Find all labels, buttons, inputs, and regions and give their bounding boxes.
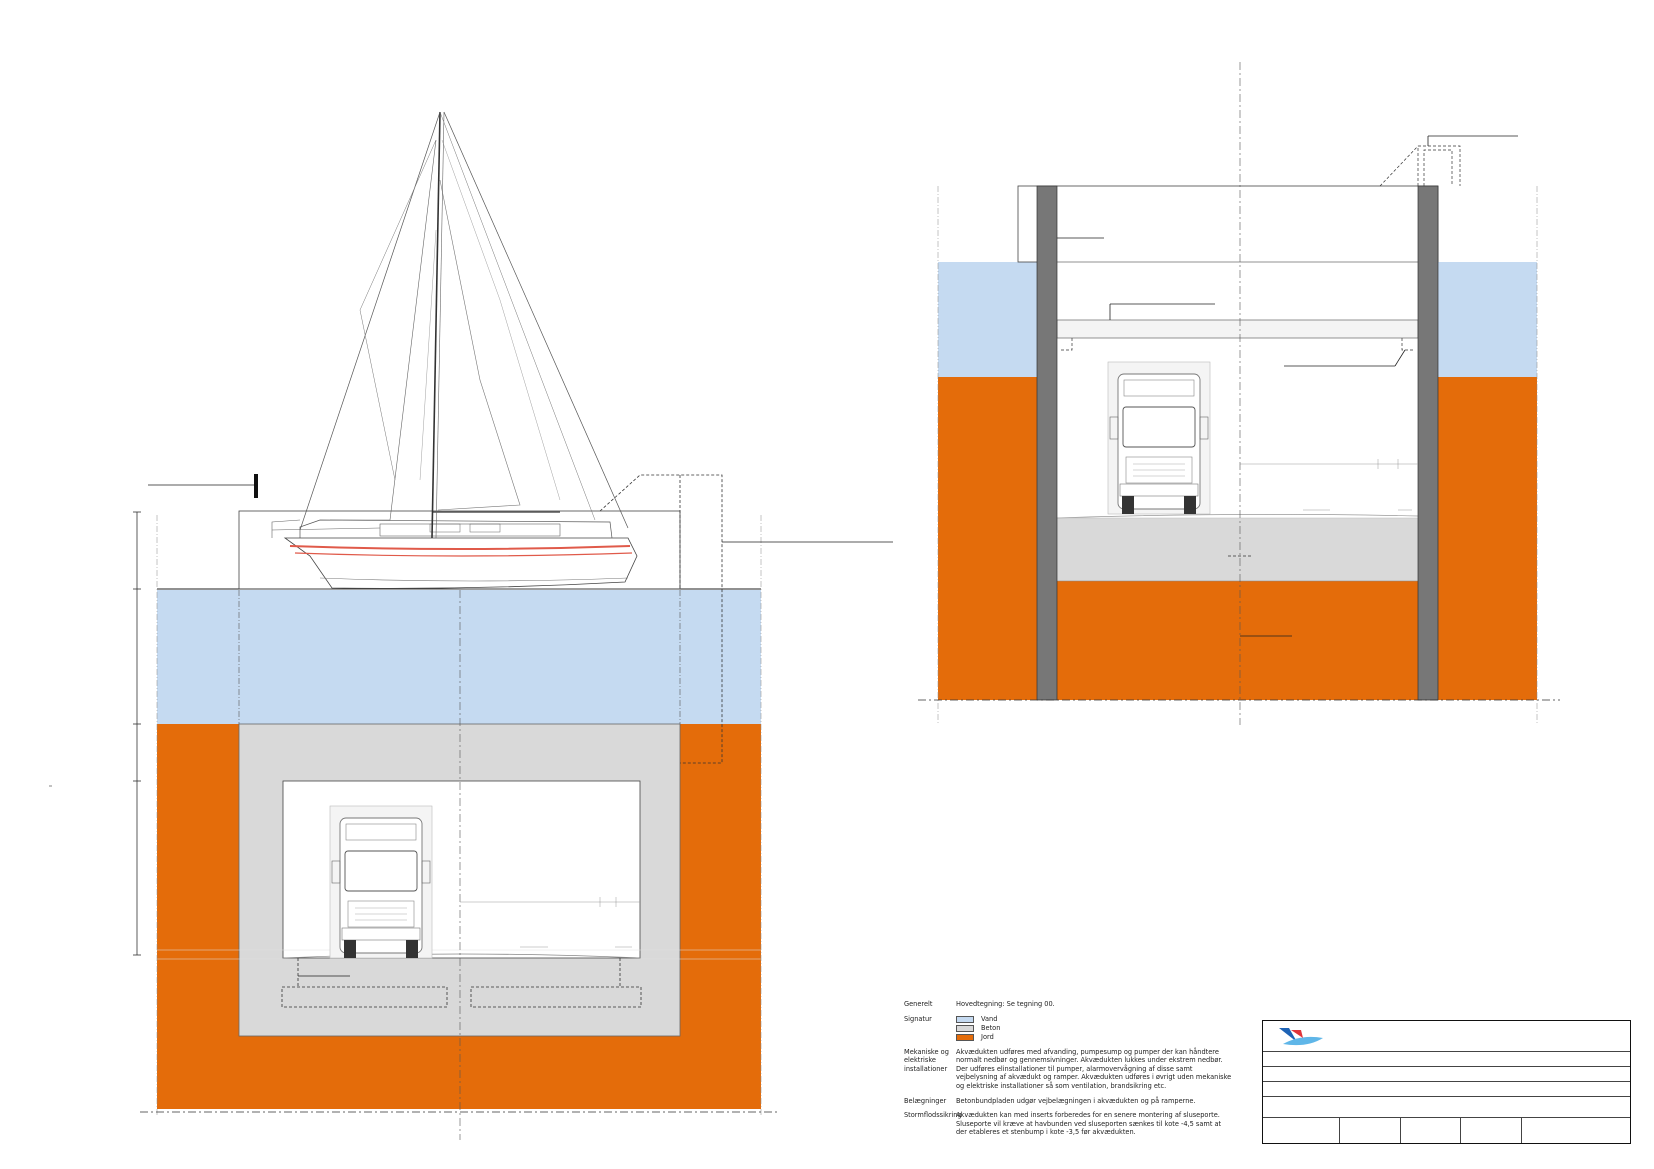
legend: Vand Beton Jord — [956, 1015, 1234, 1042]
title-block-row — [1263, 1066, 1630, 1067]
water-layer-left — [157, 590, 761, 724]
note-text: Betonbundpladen udgør vejbelægningen i a… — [956, 1096, 1196, 1105]
legend-item-soil: Jord — [956, 1033, 1234, 1042]
sheet-pile-left — [1036, 185, 1058, 701]
note-belaegninger: Belægninger Betonbundpladen udgør vejbel… — [904, 1097, 1234, 1106]
legend-label: Jord — [981, 1032, 994, 1041]
sailboat — [271, 111, 638, 589]
sheet-pile-right — [1417, 185, 1439, 701]
truck-right — [1107, 361, 1211, 515]
title-block-row — [1263, 1096, 1630, 1097]
note-label: Signatur — [904, 1014, 932, 1023]
title-block-col — [1400, 1117, 1401, 1143]
note-signatur: Signatur Vand Beton Jord — [904, 1015, 1234, 1042]
title-block-col — [1339, 1117, 1340, 1143]
legend-swatch — [956, 1024, 974, 1032]
drawing-notes: Generelt Hovedtegning: Se tegning 00. Si… — [904, 1000, 1234, 1143]
technical-drawing — [49, 62, 1560, 1140]
wave-logo-icon — [1279, 1028, 1323, 1046]
note-generelt: Generelt Hovedtegning: Se tegning 00. — [904, 1000, 1234, 1009]
note-label: Belægninger — [904, 1096, 947, 1105]
right-section — [918, 62, 1560, 725]
note-mekaniske: Mekaniske og elektriske installationer A… — [904, 1048, 1234, 1091]
title-block-row — [1263, 1051, 1630, 1052]
note-label: Mekaniske og elektriske installationer — [904, 1047, 949, 1073]
note-text: Akvædukten kan med inserts forberedes fo… — [956, 1111, 1222, 1137]
title-block-col — [1521, 1117, 1522, 1143]
note-text: Akvædukten udføres med afvanding, pumpes… — [956, 1047, 1232, 1090]
legend-item-concrete: Beton — [956, 1024, 1234, 1033]
mooring-post — [254, 474, 258, 498]
note-label: Generelt — [904, 1000, 933, 1008]
truck-left — [329, 805, 433, 959]
roof-beam — [1056, 319, 1419, 339]
title-block-row — [1263, 1117, 1630, 1118]
legend-item-water: Vand — [956, 1015, 1234, 1024]
legend-swatch — [956, 1015, 974, 1023]
legend-swatch — [956, 1033, 974, 1041]
legend-label: Vand — [981, 1014, 998, 1023]
title-block-row — [1263, 1081, 1630, 1082]
title-block-col — [1460, 1117, 1461, 1143]
upper-enclosure — [1017, 185, 1439, 263]
note-text: Hovedtegning: Se tegning 00. — [956, 1000, 1055, 1008]
title-block — [1262, 1020, 1631, 1144]
note-label: Stormflodssikring — [904, 1111, 962, 1120]
legend-label: Beton — [981, 1023, 1001, 1032]
note-stormflod: Stormflodssikring Akvædukten kan med ins… — [904, 1111, 1234, 1137]
road-slab-right — [1057, 518, 1418, 581]
